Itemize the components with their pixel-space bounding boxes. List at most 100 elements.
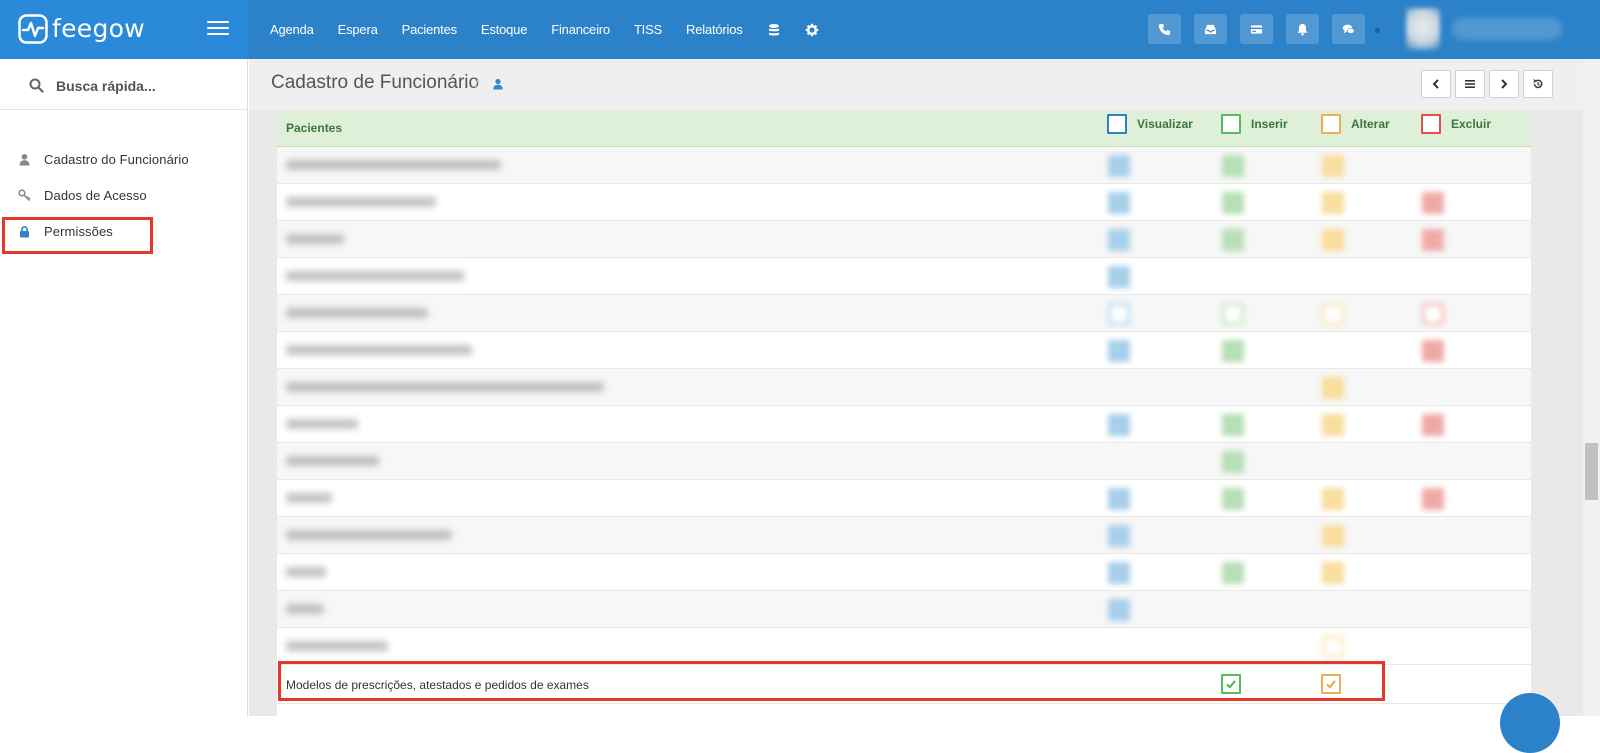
sidebar: Busca rápida... Cadastro do Funcionário …	[0, 59, 248, 716]
visualizar-checkbox[interactable]	[1108, 562, 1130, 584]
alterar-checkbox[interactable]	[1322, 229, 1344, 251]
inserir-checkbox[interactable]	[1222, 562, 1244, 584]
visualizar-checkbox[interactable]	[1108, 525, 1130, 547]
excluir-checkbox[interactable]	[1422, 488, 1444, 510]
feegow-logo-icon[interactable]	[18, 14, 48, 44]
list-button[interactable]	[1455, 70, 1485, 98]
search-placeholder[interactable]: Busca rápida...	[56, 78, 156, 94]
inbox-button[interactable]	[1194, 14, 1227, 44]
history-icon	[1533, 79, 1543, 89]
select-all-visualizar-checkbox[interactable]	[1107, 114, 1127, 134]
menu-toggle-icon[interactable]	[207, 21, 229, 37]
online-status-dot	[1375, 28, 1380, 33]
table-row	[277, 221, 1531, 258]
table-row	[277, 369, 1531, 406]
select-all-inserir-checkbox[interactable]	[1221, 114, 1241, 134]
redacted-label	[286, 493, 332, 503]
inserir-checkbox[interactable]	[1222, 303, 1244, 325]
table-row	[277, 258, 1531, 295]
list-icon	[1465, 80, 1475, 88]
column-label: Alterar	[1351, 117, 1390, 131]
excluir-checkbox[interactable]	[1422, 340, 1444, 362]
support-chat-button[interactable]	[1500, 693, 1560, 753]
card-icon	[1250, 24, 1263, 34]
inserir-checkbox[interactable]	[1222, 192, 1244, 214]
visualizar-checkbox[interactable]	[1108, 340, 1130, 362]
previous-record-button[interactable]	[1421, 70, 1451, 98]
alterar-checkbox[interactable]	[1322, 155, 1344, 177]
brand-area: feegow	[0, 0, 248, 59]
user-icon	[493, 78, 503, 90]
column-alterar: Alterar	[1321, 113, 1390, 135]
chat-button[interactable]	[1332, 14, 1365, 44]
next-record-button[interactable]	[1489, 70, 1519, 98]
select-all-alterar-checkbox[interactable]	[1321, 114, 1341, 134]
visualizar-checkbox[interactable]	[1108, 488, 1130, 510]
scrollbar-thumb[interactable]	[1585, 443, 1598, 500]
table-row	[277, 184, 1531, 221]
user-name-blurred[interactable]	[1452, 18, 1562, 40]
excluir-checkbox[interactable]	[1422, 192, 1444, 214]
excluir-checkbox[interactable]	[1422, 229, 1444, 251]
card-button[interactable]	[1240, 14, 1273, 44]
nav-estoque[interactable]: Estoque	[481, 22, 528, 37]
inserir-checkbox[interactable]	[1222, 155, 1244, 177]
alterar-checkbox[interactable]	[1322, 303, 1344, 325]
nav-espera[interactable]: Espera	[338, 22, 378, 37]
gear-icon[interactable]	[805, 23, 819, 37]
key-icon	[18, 188, 31, 201]
excluir-checkbox[interactable]	[1422, 414, 1444, 436]
redacted-label	[286, 530, 452, 540]
alterar-checkbox[interactable]	[1322, 414, 1344, 436]
nav-financeiro[interactable]: Financeiro	[551, 22, 610, 37]
visualizar-checkbox[interactable]	[1108, 414, 1130, 436]
alterar-checkbox[interactable]	[1322, 488, 1344, 510]
brand-name[interactable]: feegow	[52, 14, 145, 43]
phone-button[interactable]	[1148, 14, 1181, 44]
nav-relatorios[interactable]: Relatórios	[686, 22, 743, 37]
nav-agenda[interactable]: Agenda	[270, 22, 314, 37]
inbox-icon	[1204, 24, 1217, 34]
inserir-checkbox[interactable]	[1222, 451, 1244, 473]
history-button[interactable]	[1523, 70, 1553, 98]
visualizar-checkbox[interactable]	[1108, 266, 1130, 288]
column-label: Visualizar	[1137, 117, 1193, 131]
table-row	[277, 332, 1531, 369]
sidebar-item-label: Cadastro do Funcionário	[44, 151, 189, 167]
search-icon	[29, 78, 44, 93]
user-avatar[interactable]	[1406, 8, 1440, 50]
sidebar-item-cadastro[interactable]: Cadastro do Funcionário	[18, 149, 189, 169]
inserir-checkbox[interactable]	[1222, 488, 1244, 510]
alterar-checkbox[interactable]	[1322, 525, 1344, 547]
sidebar-item-dados-acesso[interactable]: Dados de Acesso	[18, 185, 147, 205]
table-row	[277, 295, 1531, 332]
scrollbar-track[interactable]	[1583, 59, 1600, 716]
select-all-excluir-checkbox[interactable]	[1421, 114, 1441, 134]
inserir-checkbox[interactable]	[1222, 229, 1244, 251]
notifications-button[interactable]	[1286, 14, 1319, 44]
inserir-checkbox[interactable]	[1222, 414, 1244, 436]
alterar-checkbox[interactable]	[1322, 377, 1344, 399]
excluir-checkbox[interactable]	[1422, 303, 1444, 325]
inserir-checkbox[interactable]	[1222, 340, 1244, 362]
redacted-label	[286, 197, 436, 207]
nav-pacientes[interactable]: Pacientes	[402, 22, 457, 37]
alterar-checkbox[interactable]	[1322, 636, 1344, 658]
visualizar-checkbox[interactable]	[1108, 599, 1130, 621]
visualizar-checkbox[interactable]	[1108, 303, 1130, 325]
alterar-checkbox[interactable]	[1322, 562, 1344, 584]
database-icon[interactable]	[767, 23, 781, 37]
table-row	[277, 443, 1531, 480]
alterar-checkbox[interactable]	[1322, 192, 1344, 214]
visualizar-checkbox[interactable]	[1108, 229, 1130, 251]
record-navigation	[1421, 70, 1557, 98]
nav-tiss[interactable]: TISS	[634, 22, 662, 37]
chevron-right-icon	[1501, 79, 1508, 89]
permissions-section-header: Pacientes Visualizar Inserir Alterar Exc…	[277, 110, 1531, 147]
visualizar-checkbox[interactable]	[1108, 192, 1130, 214]
topbar-buttons	[1148, 14, 1378, 44]
permissions-panel: Pacientes Visualizar Inserir Alterar Exc…	[277, 110, 1531, 716]
visualizar-checkbox[interactable]	[1108, 155, 1130, 177]
redacted-label	[286, 641, 388, 651]
quick-search[interactable]: Busca rápida...	[0, 59, 248, 110]
